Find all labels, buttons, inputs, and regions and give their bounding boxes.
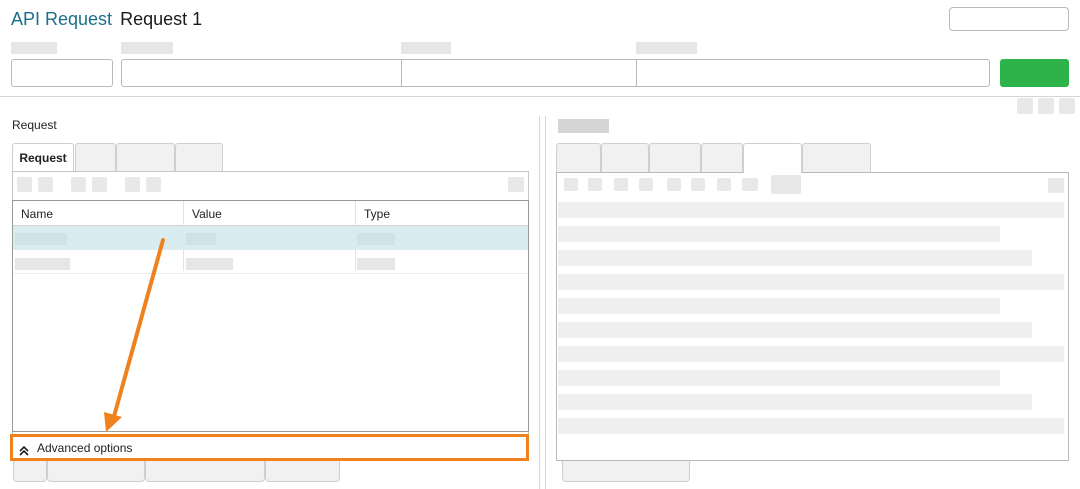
bottom-tab[interactable] xyxy=(145,461,265,482)
response-toolbar-icon[interactable] xyxy=(667,178,681,191)
response-toolbar-icon[interactable] xyxy=(639,178,653,191)
response-line xyxy=(558,394,1032,410)
advanced-options-toggle[interactable]: Advanced options xyxy=(10,434,529,461)
response-line xyxy=(558,298,1000,314)
bottom-tab[interactable] xyxy=(47,461,145,482)
response-tab-active[interactable] xyxy=(743,143,802,173)
response-tab[interactable] xyxy=(701,143,743,172)
response-tab[interactable] xyxy=(802,143,871,172)
panel-splitter[interactable] xyxy=(539,116,540,489)
response-line xyxy=(558,250,1032,266)
response-toolbar-icon[interactable] xyxy=(614,178,628,191)
response-line xyxy=(558,274,1064,290)
response-toolbar-icon[interactable] xyxy=(564,178,578,191)
response-tab[interactable] xyxy=(601,143,649,172)
bottom-tab[interactable] xyxy=(13,461,47,482)
bottom-tab[interactable] xyxy=(265,461,340,482)
double-chevron-up-icon xyxy=(19,443,29,456)
response-bottom-tab[interactable] xyxy=(562,461,690,482)
response-line xyxy=(558,370,1000,386)
response-label-placeholder xyxy=(558,119,609,133)
response-toolbar-icon[interactable] xyxy=(1048,178,1064,193)
response-line xyxy=(558,346,1064,362)
response-toolbar-icon[interactable] xyxy=(588,178,602,191)
response-line xyxy=(558,202,1064,218)
response-tab[interactable] xyxy=(649,143,701,172)
response-toolbar-icon[interactable] xyxy=(717,178,731,191)
response-line xyxy=(558,226,1000,242)
panel-splitter[interactable] xyxy=(545,116,546,489)
response-line xyxy=(558,322,1032,338)
response-toolbar-icon[interactable] xyxy=(691,178,705,191)
response-tab[interactable] xyxy=(556,143,601,172)
response-toolbar-button[interactable] xyxy=(771,175,801,194)
advanced-options-label: Advanced options xyxy=(37,440,133,455)
response-toolbar-icon[interactable] xyxy=(742,178,758,191)
response-line xyxy=(558,418,1064,434)
